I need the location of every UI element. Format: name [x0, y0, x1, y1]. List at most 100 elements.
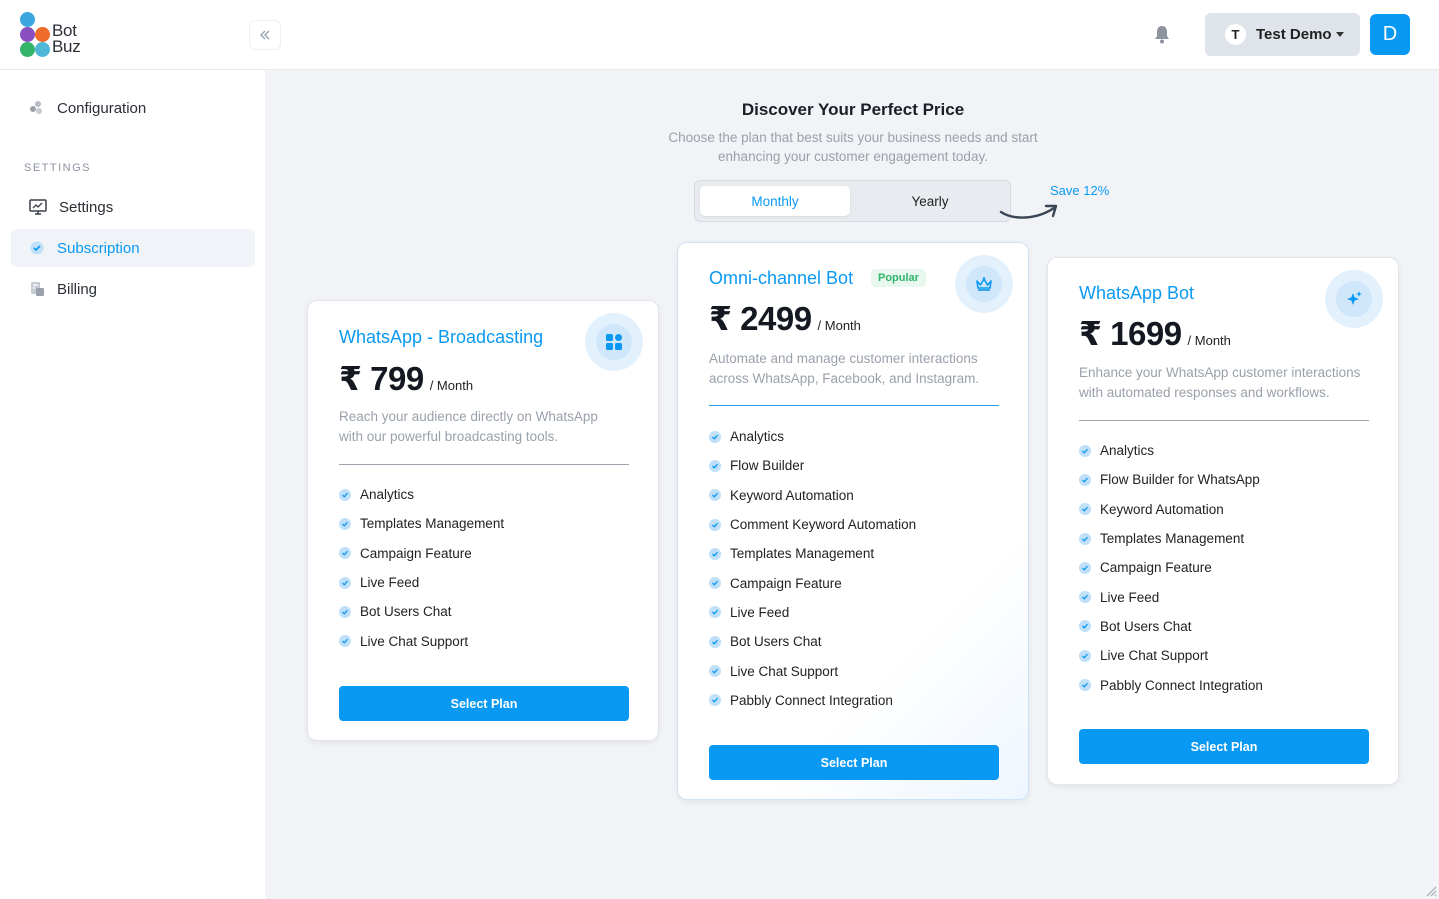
plan-price: ₹ 1699 / Month: [1079, 314, 1231, 353]
feature-item: Flow Builder: [709, 451, 916, 480]
feature-item: Flow Builder for WhatsApp: [1079, 465, 1263, 494]
check-icon: [1079, 591, 1091, 604]
check-icon: [709, 606, 721, 619]
plan-icon-badge: [585, 313, 643, 371]
feature-label: Campaign Feature: [730, 575, 842, 591]
subscription-icon: [30, 241, 44, 255]
feature-item: Templates Management: [339, 509, 504, 538]
logo-dot: [20, 27, 35, 42]
sidebar-item-billing[interactable]: Billing: [11, 270, 255, 308]
curved-arrow-icon: [999, 204, 1058, 219]
user-avatar: T: [1225, 24, 1246, 45]
plan-card-whatsapp-broadcasting: WhatsApp - Broadcasting ₹ 799 / Month Re…: [307, 300, 659, 741]
toggle-monthly[interactable]: Monthly: [700, 186, 850, 216]
top-header: Bot Buz T Test Demo D: [0, 0, 1439, 70]
check-icon: [1079, 649, 1091, 662]
plan-title: WhatsApp Bot: [1079, 283, 1195, 303]
plan-icon-badge: [955, 255, 1013, 313]
feature-label: Bot Users Chat: [1100, 618, 1192, 634]
crown-icon: [976, 277, 992, 291]
sidebar-item-configuration[interactable]: Configuration: [11, 89, 255, 127]
user-name: Test Demo: [1256, 26, 1332, 43]
sidebar-item-settings[interactable]: Settings: [11, 188, 255, 226]
check-icon: [339, 488, 351, 501]
price-period: / Month: [817, 318, 861, 333]
check-icon: [709, 694, 721, 707]
billing-icon: [31, 282, 44, 296]
caret-down-icon: [1335, 32, 1344, 37]
check-icon: [1079, 679, 1091, 692]
toggle-yearly[interactable]: Yearly: [855, 186, 1005, 216]
sidebar-item-label: Billing: [57, 280, 98, 298]
feature-label: Live Feed: [730, 604, 790, 620]
user-menu-button[interactable]: T Test Demo: [1205, 13, 1360, 56]
feature-label: Bot Users Chat: [360, 604, 452, 620]
feature-label: Keyword Automation: [730, 487, 854, 503]
page-title: Discover Your Perfect Price: [741, 100, 965, 119]
select-plan-button[interactable]: Select Plan: [339, 686, 629, 721]
feature-item: Live Feed: [339, 568, 504, 597]
feature-label: Keyword Automation: [1100, 501, 1224, 517]
botbuz-logo[interactable]: Bot Buz: [20, 12, 90, 58]
feature-item: Analytics: [709, 422, 916, 451]
feature-item: Live Chat Support: [339, 626, 504, 655]
plan-title: Omni-channel Bot: [709, 268, 854, 288]
plan-description: Enhance your WhatsApp customer interacti…: [1079, 365, 1361, 400]
feature-item: Live Feed: [1079, 582, 1263, 611]
feature-label: Flow Builder: [730, 458, 805, 474]
feature-label: Live Chat Support: [1100, 648, 1209, 664]
feature-label: Campaign Feature: [360, 545, 472, 561]
feature-label: Analytics: [1100, 443, 1155, 459]
check-icon: [339, 635, 351, 648]
plan-price: ₹ 799 / Month: [339, 359, 473, 398]
sidebar-collapse-button[interactable]: [249, 20, 281, 50]
grid-icon: [606, 334, 622, 350]
check-icon: [339, 605, 351, 618]
feature-label: Pabbly Connect Integration: [1100, 677, 1263, 693]
price-period: / Month: [1187, 333, 1231, 348]
card-divider: [339, 464, 629, 465]
check-icon: [1079, 444, 1091, 457]
logo-dot: [35, 42, 50, 57]
feature-label: Templates Management: [1100, 531, 1245, 547]
feature-item: Pabbly Connect Integration: [1079, 670, 1263, 699]
check-icon: [1079, 532, 1091, 545]
check-icon: [709, 665, 721, 678]
popular-badge: Popular: [871, 269, 926, 287]
feature-label: Templates Management: [730, 546, 875, 562]
plan-description: Automate and manage customer interaction…: [709, 351, 980, 386]
select-plan-button[interactable]: Select Plan: [709, 745, 999, 780]
check-icon: [1079, 561, 1091, 574]
feature-item: Bot Users Chat: [339, 597, 504, 626]
card-divider: [1079, 420, 1369, 421]
feature-item: Templates Management: [709, 539, 916, 568]
check-icon: [709, 430, 721, 443]
select-plan-button[interactable]: Select Plan: [1079, 729, 1369, 764]
check-icon: [709, 489, 721, 502]
feature-item: Keyword Automation: [709, 481, 916, 510]
plan-description: Reach your audience directly on WhatsApp…: [339, 409, 598, 444]
check-icon: [339, 576, 351, 589]
sidebar-item-subscription[interactable]: Subscription: [11, 229, 255, 267]
sidebar-section-label: SETTINGS: [24, 162, 92, 174]
feature-item: Campaign Feature: [1079, 553, 1263, 582]
card-divider: [709, 405, 999, 406]
save-note: Save 12%: [1050, 183, 1110, 198]
feature-item: Analytics: [1079, 436, 1263, 465]
configuration-icon: [30, 101, 42, 114]
feature-item: Campaign Feature: [339, 539, 504, 568]
check-icon: [709, 577, 721, 590]
bell-icon[interactable]: [1152, 24, 1172, 46]
feature-item: Campaign Feature: [709, 568, 916, 597]
feature-item: Bot Users Chat: [1079, 612, 1263, 641]
profile-avatar-button[interactable]: D: [1370, 14, 1410, 55]
plan-card-whatsapp-bot: WhatsApp Bot ₹ 1699 / Month Enhance your…: [1047, 257, 1399, 785]
feature-label: Live Chat Support: [360, 633, 469, 649]
feature-item: Keyword Automation: [1079, 495, 1263, 524]
logo-dot: [20, 12, 35, 27]
chevrons-left-icon: [260, 30, 270, 40]
check-icon: [1079, 503, 1091, 516]
resize-grip-icon[interactable]: [1425, 885, 1437, 897]
price-period: / Month: [429, 378, 474, 393]
feature-item: Live Chat Support: [1079, 641, 1263, 670]
